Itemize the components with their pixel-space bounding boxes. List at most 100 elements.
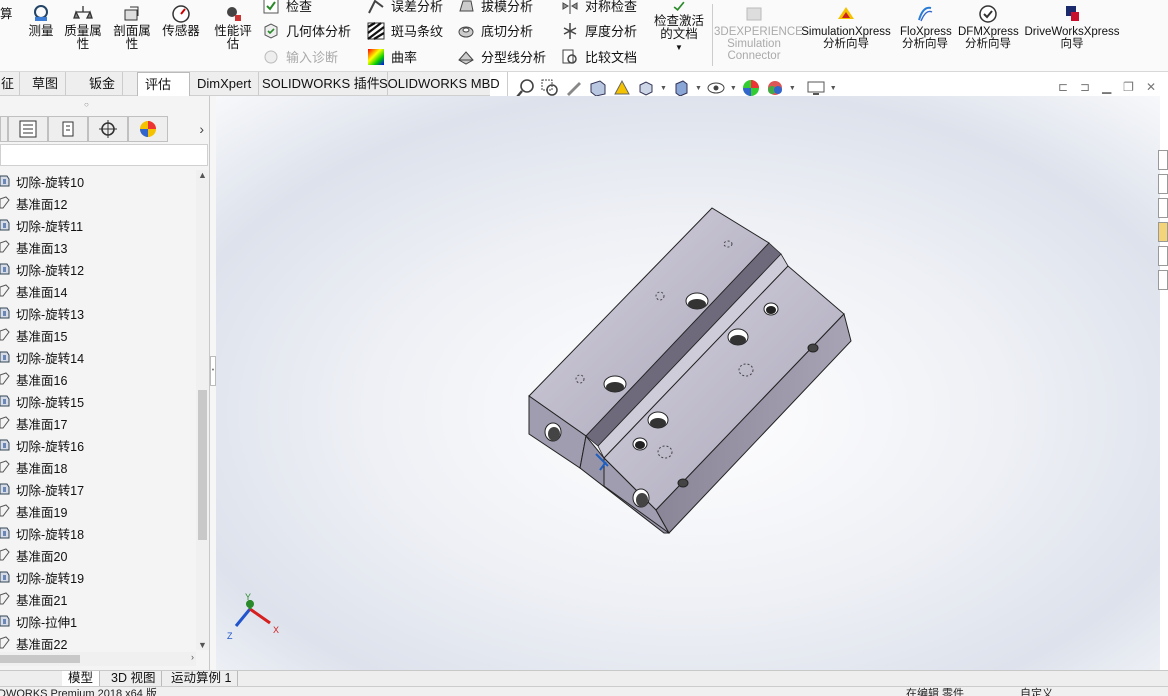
dynamic-annotation-icon[interactable]	[612, 78, 632, 98]
tab-solidworks-addins[interactable]: SOLIDWORKS 插件	[255, 72, 388, 96]
tree-item[interactable]: 基准面13	[0, 236, 196, 258]
tab-dimxpert[interactable]: DimXpert	[190, 72, 260, 96]
tree-item[interactable]: 切除-旋转13	[0, 302, 196, 324]
zebra-stripes-button[interactable]: 斑马条纹	[367, 21, 443, 40]
scene-dropdown-icon[interactable]: ▼	[789, 85, 796, 92]
tree-item[interactable]: 切除-旋转19	[0, 566, 196, 588]
driveworksxpress-button[interactable]: DriveWorksXpress 向导	[1024, 4, 1120, 50]
view-settings-dropdown-icon[interactable]: ▼	[830, 85, 837, 92]
tab-sheet-metal[interactable]: 钣金	[82, 72, 124, 96]
tree-item[interactable]: 切除-旋转17	[0, 478, 196, 500]
section-properties-button[interactable]: 剖面属性	[111, 4, 153, 51]
property-manager-tab[interactable]	[8, 116, 48, 142]
tree-item[interactable]: 基准面19	[0, 500, 196, 522]
minimize-icon[interactable]: ▁	[1102, 80, 1111, 94]
performance-eval-button[interactable]: 性能评估	[212, 4, 254, 51]
tab-features[interactable]: 征	[0, 72, 20, 96]
zoom-to-area-icon[interactable]	[540, 78, 560, 98]
parting-line-analysis-button[interactable]: 分型线分析	[457, 47, 546, 66]
compare-documents-button[interactable]: 比较文档	[561, 47, 637, 66]
close-icon[interactable]: ✕	[1146, 80, 1156, 94]
view-orientation-dropdown-icon[interactable]: ▼	[660, 85, 667, 92]
symmetry-check-button[interactable]: 对称检查	[561, 0, 637, 15]
feature-tree-vertical-scrollbar[interactable]: ▲ ▼	[196, 170, 209, 650]
feature-tree-filter-input[interactable]	[0, 144, 208, 166]
scroll-down-icon[interactable]: ▼	[196, 640, 209, 650]
dimxpert-manager-tab[interactable]	[88, 116, 128, 142]
tab-sketch[interactable]: 草图	[25, 72, 67, 96]
dropdown-arrow-icon[interactable]: ▼	[648, 41, 710, 54]
sensor-button[interactable]: 传感器	[160, 4, 202, 38]
tab-motion-study[interactable]: 运动算例 1	[165, 671, 239, 687]
hide-show-dropdown-icon[interactable]: ▼	[730, 85, 737, 92]
mass-properties-button[interactable]: 质量属性	[62, 4, 104, 51]
tree-item[interactable]: 切除-旋转10	[0, 170, 196, 192]
display-style-dropdown-icon[interactable]: ▼	[695, 85, 702, 92]
tree-item[interactable]: 基准面21	[0, 588, 196, 610]
tree-item[interactable]: 基准面16	[0, 368, 196, 390]
thickness-analysis-button[interactable]: 厚度分析	[561, 21, 637, 40]
measure-button[interactable]: 测量	[27, 4, 55, 38]
tree-item[interactable]: 基准面20	[0, 544, 196, 566]
tree-item[interactable]: 切除-旋转12	[0, 258, 196, 280]
check-button[interactable]: 检查	[262, 0, 312, 15]
calc-partial-button[interactable]: 算	[0, 8, 13, 21]
tab-model[interactable]: 模型	[62, 671, 101, 687]
tab-solidworks-mbd[interactable]: SOLIDWORKS MBD	[372, 72, 508, 96]
tree-item[interactable]: 基准面17	[0, 412, 196, 434]
dfmxpress-button[interactable]: DFMXpress 分析向导	[958, 4, 1019, 50]
curvature-button[interactable]: 曲率	[367, 47, 417, 66]
panel-left-icon[interactable]: ⊏	[1058, 80, 1068, 94]
previous-view-icon[interactable]	[564, 78, 584, 98]
tree-item[interactable]: 切除-旋转14	[0, 346, 196, 368]
simulationxpress-button[interactable]: SimulationXpress 分析向导	[800, 4, 892, 50]
display-style-icon[interactable]	[671, 78, 691, 98]
floxpress-button[interactable]: FloXpress 分析向导	[898, 4, 952, 50]
status-units[interactable]: 自定义	[1020, 687, 1053, 696]
zoom-to-fit-icon[interactable]	[516, 78, 536, 98]
edit-appearance-icon[interactable]	[741, 78, 761, 98]
hide-show-items-icon[interactable]	[706, 78, 726, 98]
tab-evaluate[interactable]: 评估	[137, 72, 190, 96]
task-pane-library-icon[interactable]	[1158, 198, 1168, 218]
restore-icon[interactable]: ❐	[1123, 80, 1134, 94]
apply-scene-icon[interactable]	[765, 78, 785, 98]
tree-item[interactable]: 切除-拉伸1	[0, 610, 196, 632]
deviation-analysis-button[interactable]: 误差分析	[367, 0, 443, 15]
graphics-area[interactable]: Y X Z	[216, 96, 1160, 670]
task-pane-resources-icon[interactable]	[1158, 174, 1168, 194]
vertical-scroll-thumb[interactable]	[198, 390, 207, 540]
view-settings-icon[interactable]	[806, 78, 826, 98]
fm-tabs-more-arrow-icon[interactable]: ›	[168, 116, 208, 142]
geometry-analysis-button[interactable]: 几何体分析	[262, 21, 351, 40]
tree-item[interactable]: 切除-旋转18	[0, 522, 196, 544]
scroll-up-icon[interactable]: ▲	[196, 170, 209, 180]
task-pane-appearances-icon[interactable]	[1158, 246, 1168, 266]
display-manager-tab[interactable]	[128, 116, 168, 142]
panel-grip-icon[interactable]: ○	[84, 100, 89, 109]
task-pane-custom-properties-icon[interactable]	[1158, 270, 1168, 290]
task-pane-explorer-icon[interactable]	[1158, 222, 1168, 242]
check-active-document-button[interactable]: 检查激活的文档 ▼	[648, 0, 710, 54]
panel-right-icon[interactable]: ⊐	[1080, 80, 1090, 94]
tree-item[interactable]: 基准面22	[0, 632, 196, 650]
tree-item[interactable]: 切除-旋转15	[0, 390, 196, 412]
fm-tab-partial[interactable]	[0, 116, 8, 142]
section-view-icon[interactable]	[588, 78, 608, 98]
view-orientation-icon[interactable]	[636, 78, 656, 98]
bottom-tabs-scroller[interactable]	[0, 674, 56, 682]
configuration-manager-tab[interactable]	[48, 116, 88, 142]
horizontal-scroll-thumb[interactable]	[0, 655, 80, 663]
tree-item[interactable]: 基准面14	[0, 280, 196, 302]
task-pane-home-icon[interactable]	[1158, 150, 1168, 170]
draft-analysis-button[interactable]: 拔模分析	[457, 0, 533, 15]
tree-item[interactable]: 基准面15	[0, 324, 196, 346]
tab-3d-view[interactable]: 3D 视图	[105, 671, 163, 687]
undercut-analysis-button[interactable]: 底切分析	[457, 21, 533, 40]
scroll-right-icon[interactable]: ›	[191, 652, 194, 662]
tree-item[interactable]: 切除-旋转11	[0, 214, 196, 236]
tree-item[interactable]: 切除-旋转16	[0, 434, 196, 456]
tree-item[interactable]: 基准面18	[0, 456, 196, 478]
feature-tree-horizontal-scrollbar[interactable]: ›	[0, 652, 196, 666]
tree-item[interactable]: 基准面12	[0, 192, 196, 214]
